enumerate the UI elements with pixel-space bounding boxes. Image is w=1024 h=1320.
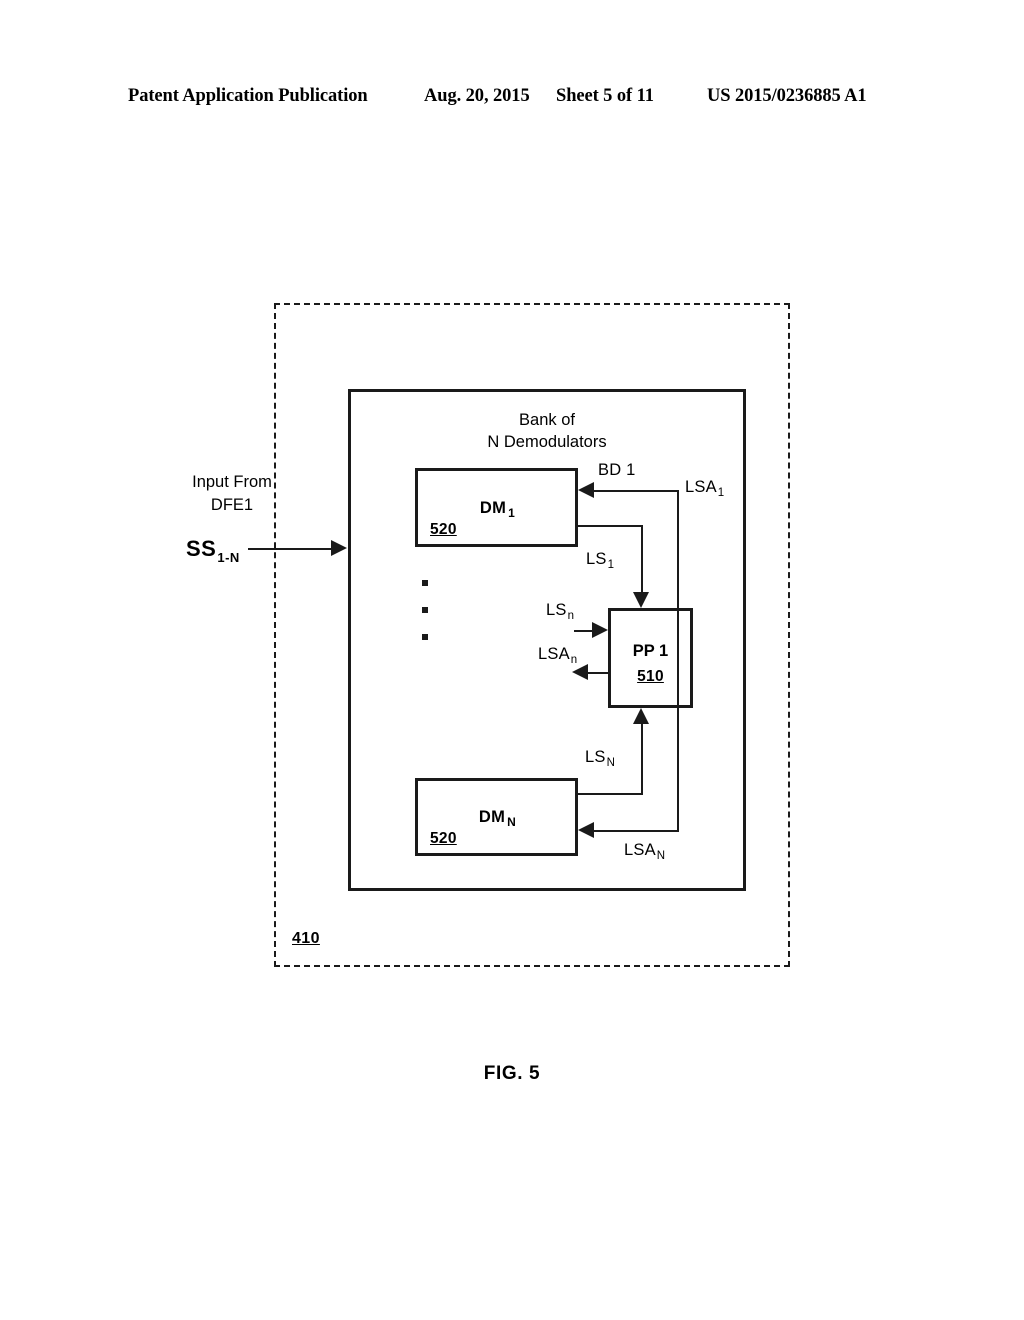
figure-caption: FIG. 5 [483, 1063, 541, 1084]
input-signal-line [248, 548, 332, 550]
lsaN-arrowhead-icon [578, 822, 594, 838]
lsan-line [588, 672, 610, 674]
lsaN-label-subscript: N [656, 850, 666, 862]
input-signal-subscript: 1-N [217, 550, 240, 565]
lsaN-label-text: LSA [624, 841, 656, 859]
lsan-label: LSAn [538, 645, 578, 666]
ls1-label-text: LS [586, 550, 607, 568]
demodulator-n-name-text: DM [478, 808, 506, 826]
demodulator-n-reference: 520 [430, 830, 457, 847]
lsN-label: LSN [585, 748, 616, 769]
lsN-vertical-line [641, 724, 643, 795]
demodulator-n-name-subscript: N [507, 815, 517, 829]
bd1-label-text: BD 1 [598, 461, 636, 479]
lsn-arrowhead-icon [592, 622, 608, 638]
input-signal-name: SS [186, 536, 217, 561]
ellipsis-dot [422, 607, 428, 613]
lsaN-label: LSAN [624, 841, 666, 862]
ls1-arrowhead-icon [633, 592, 649, 608]
lsa1-label-text: LSA [685, 478, 717, 496]
lsan-label-subscript: n [570, 654, 578, 666]
demodulator-1-name-subscript: 1 [508, 506, 516, 520]
lsa1-horizontal-line [594, 490, 679, 492]
lsaN-vertical-line [677, 608, 679, 832]
bd1-label: BD 1 [598, 461, 635, 480]
lsaN-horizontal-line [594, 830, 679, 832]
lsN-arrowhead-icon [633, 708, 649, 724]
lsn-line [574, 630, 594, 632]
lsN-label-subscript: N [606, 757, 616, 769]
ellipsis-dot [422, 580, 428, 586]
lsn-label-subscript: n [567, 610, 575, 622]
demodulator-n-name: DM N [418, 808, 575, 829]
lsn-label: LSn [546, 601, 575, 622]
bd1-arrowhead-icon [578, 482, 594, 498]
lsN-horizontal-line [578, 793, 643, 795]
ls1-label: LS1 [586, 550, 615, 571]
demodulator-n-block: DM N 520 [415, 778, 578, 856]
post-processor-1-block: PP 1 510 [608, 608, 693, 708]
lsN-label-text: LS [585, 748, 606, 766]
lsa1-vertical-line [677, 490, 679, 610]
figure-5-diagram: 410 Bank of N Demodulators Input From DF… [0, 0, 1024, 1320]
ls1-vertical-line [641, 525, 643, 592]
ls1-label-subscript: 1 [607, 559, 615, 571]
lsn-label-text: LS [546, 601, 567, 619]
lsa1-label: LSA1 [685, 478, 725, 499]
input-signal-arrowhead-icon [331, 540, 347, 556]
demodulator-1-reference: 520 [430, 521, 457, 538]
bank-of-demodulators-title: Bank of N Demodulators [487, 411, 607, 451]
demodulator-1-name: DM 1 [418, 499, 575, 520]
ls1-horizontal-line [578, 525, 643, 527]
ellipsis-dot [422, 634, 428, 640]
demodulator-1-block: DM 1 520 [415, 468, 578, 547]
input-source-label: Input From DFE1 [192, 473, 272, 514]
demodulator-1-name-text: DM [479, 499, 507, 517]
outer-module-reference-label: 410 [292, 930, 320, 947]
lsa1-label-subscript: 1 [717, 487, 725, 499]
lsan-arrowhead-icon [572, 664, 588, 680]
lsan-label-text: LSA [538, 645, 570, 663]
input-signal-label: SS1-N [186, 536, 240, 565]
vertical-ellipsis-dots [422, 580, 428, 661]
